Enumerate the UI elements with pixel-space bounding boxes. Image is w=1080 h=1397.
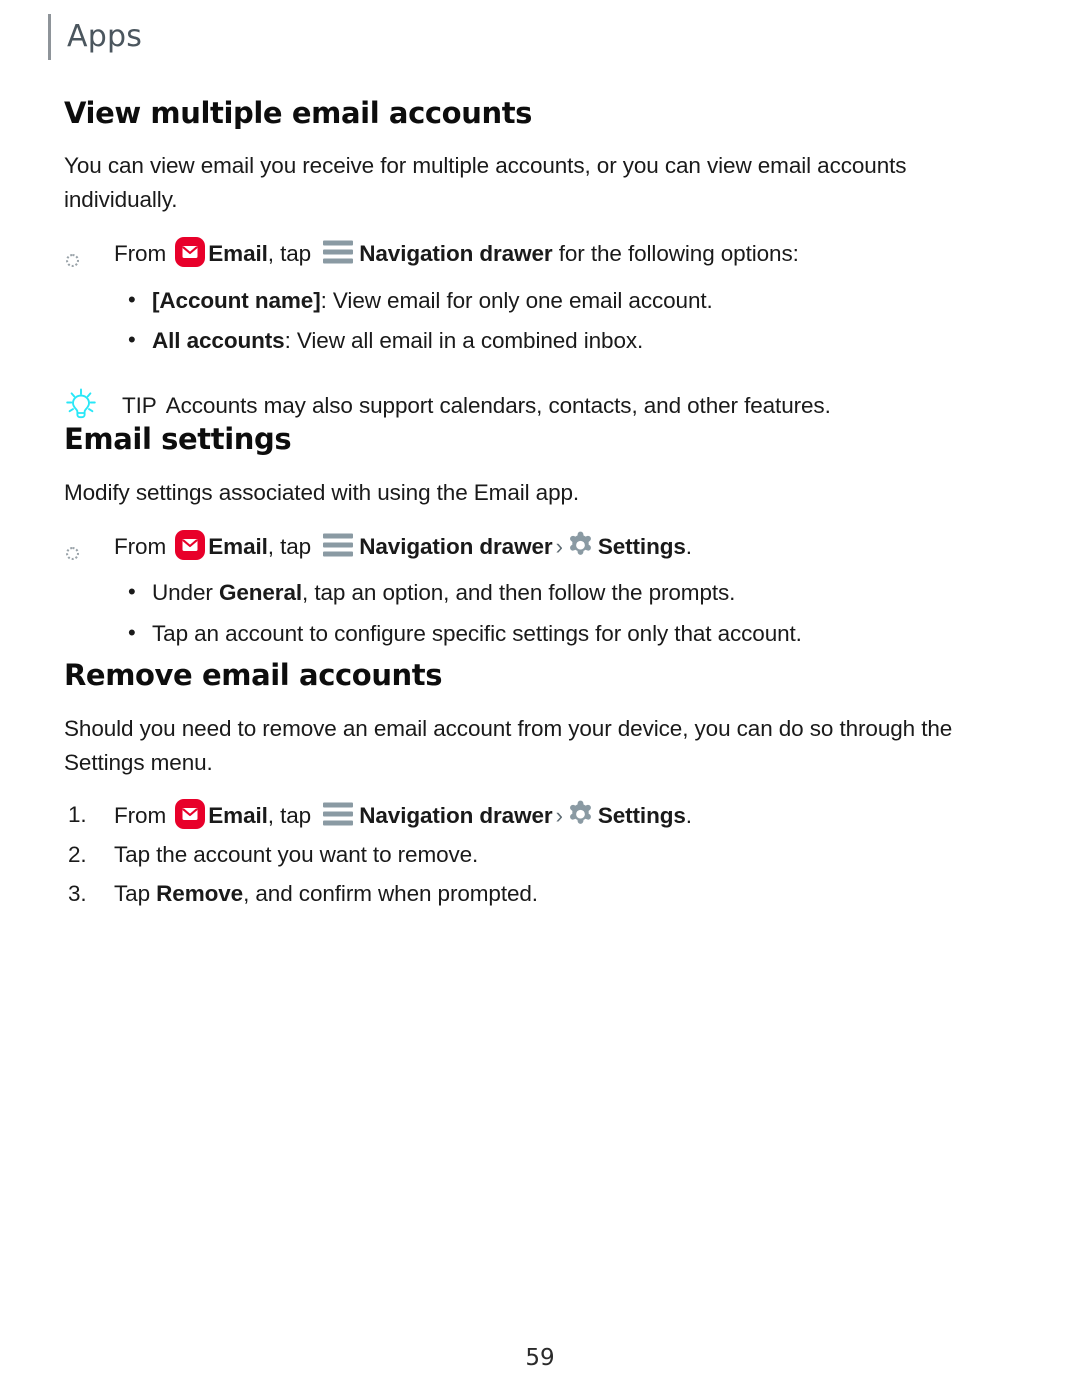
step-text-settings-label: Settings bbox=[597, 533, 686, 559]
step-text: Tap the account you want to remove. bbox=[114, 841, 479, 867]
sub-bullet-list-view-multiple: [Account name]: View email for only one … bbox=[64, 284, 1016, 358]
step-item: From Email, tap Navigation drawer › Sett… bbox=[64, 529, 1016, 564]
email-app-icon bbox=[175, 529, 206, 560]
step-item: 2. Tap the account you want to remove. bbox=[64, 839, 1016, 872]
hollow-circle-bullet-icon bbox=[66, 244, 110, 277]
step-text-navigation-drawer-label: Navigation drawer bbox=[359, 240, 553, 266]
step-text-email-label: Email bbox=[208, 240, 268, 266]
page-content: View multiple email accounts You can vie… bbox=[64, 96, 1016, 916]
step-text-tap: , tap bbox=[267, 533, 318, 559]
chevron-right-icon: › bbox=[555, 803, 563, 829]
step-text-rest: , and confirm when prompted. bbox=[243, 880, 538, 906]
email-app-icon bbox=[175, 799, 206, 830]
list-item: All accounts: View all email in a combin… bbox=[64, 324, 1016, 358]
header-chapter-title: Apps bbox=[67, 19, 143, 54]
step-item: From Email, tap Navigation drawer for th… bbox=[64, 236, 1016, 271]
step-text-from: From bbox=[114, 533, 173, 559]
step-text: From Email, tap Navigation drawer › Sett… bbox=[114, 799, 692, 830]
navigation-drawer-icon bbox=[322, 532, 354, 558]
step-list-email-settings: From Email, tap Navigation drawer › Sett… bbox=[64, 529, 1016, 564]
step-text-remove-label: Remove bbox=[156, 880, 244, 906]
sub-bullet-rest: , tap an option, and then follow the pro… bbox=[302, 580, 736, 606]
step-text-from: From bbox=[114, 240, 173, 266]
sub-bullet-list-email-settings: Under General, tap an option, and then f… bbox=[64, 576, 1016, 651]
step-text-navigation-drawer-label: Navigation drawer bbox=[359, 803, 553, 829]
sub-bullet-rest: : View all email in a combined inbox. bbox=[284, 328, 644, 354]
step-item: 1. From Email, tap Navigation drawer › S… bbox=[64, 799, 1016, 833]
step-text: From Email, tap Navigation drawer for th… bbox=[114, 236, 799, 267]
step-number: 1. bbox=[68, 802, 87, 828]
settings-gear-icon bbox=[566, 531, 595, 560]
list-item: Tap an account to configure specific set… bbox=[64, 617, 1016, 651]
step-text-from: From bbox=[114, 803, 173, 829]
step-text-email-label: Email bbox=[208, 803, 268, 829]
step-text-email-label: Email bbox=[208, 533, 268, 559]
step-text-tap: , tap bbox=[267, 803, 318, 829]
page-number: 59 bbox=[525, 1345, 555, 1371]
step-text: Tap Remove, and confirm when prompted. bbox=[114, 881, 538, 906]
header-divider-rule bbox=[48, 14, 51, 60]
numbered-step-list-remove-email-accounts: 1. From Email, tap Navigation drawer › S… bbox=[64, 799, 1016, 910]
email-app-icon bbox=[175, 236, 206, 267]
section-intro-remove-email-accounts: Should you need to remove an email accou… bbox=[64, 715, 953, 775]
step-number: 3. bbox=[68, 880, 87, 906]
sub-bullet-lead-general: General bbox=[218, 580, 303, 606]
navigation-drawer-icon bbox=[322, 239, 354, 265]
step-text-settings-label: Settings bbox=[597, 803, 686, 829]
step-text-tap: , tap bbox=[267, 240, 318, 266]
sub-bullet-rest: Tap an account to configure specific set… bbox=[152, 620, 802, 646]
step-list-view-multiple: From Email, tap Navigation drawer for th… bbox=[64, 236, 1016, 271]
step-text: From Email, tap Navigation drawer › Sett… bbox=[114, 529, 692, 560]
tip-text: Accounts may also support calendars, con… bbox=[165, 392, 831, 418]
section-heading-view-multiple-email-accounts: View multiple email accounts bbox=[64, 96, 533, 130]
section-heading-email-settings: Email settings bbox=[64, 422, 292, 457]
sub-bullet-rest: : View email for only one email account. bbox=[320, 287, 713, 313]
running-header: Apps bbox=[48, 14, 142, 60]
list-item: Under General, tap an option, and then f… bbox=[64, 576, 1016, 610]
lightbulb-tip-icon bbox=[64, 387, 98, 421]
section-intro-email-settings: Modify settings associated with using th… bbox=[64, 479, 580, 505]
step-text-period: . bbox=[685, 533, 692, 559]
step-text-following-options: for the following options: bbox=[552, 240, 799, 266]
chevron-right-icon: › bbox=[555, 533, 563, 559]
step-number: 2. bbox=[68, 841, 87, 867]
hollow-circle-bullet-icon bbox=[66, 537, 110, 570]
settings-gear-icon bbox=[566, 800, 595, 829]
tip-callout: TIP Accounts may also support calendars, … bbox=[64, 387, 1016, 423]
step-text-period: . bbox=[685, 803, 692, 829]
list-item: [Account name]: View email for only one … bbox=[64, 284, 1016, 318]
sub-bullet-lead-account-name: [Account name] bbox=[152, 287, 321, 313]
tip-label: TIP bbox=[122, 392, 157, 418]
step-text-navigation-drawer-label: Navigation drawer bbox=[359, 533, 553, 559]
sub-bullet-prefix: Under bbox=[152, 580, 219, 606]
sub-bullet-lead-all-accounts: All accounts bbox=[152, 328, 285, 354]
section-heading-remove-email-accounts: Remove email accounts bbox=[64, 658, 443, 693]
navigation-drawer-icon bbox=[322, 801, 354, 827]
step-item: 3. Tap Remove, and confirm when prompted… bbox=[64, 878, 1016, 911]
section-intro-view-multiple: You can view email you receive for multi… bbox=[64, 153, 907, 213]
step-text-tap: Tap bbox=[114, 880, 157, 906]
